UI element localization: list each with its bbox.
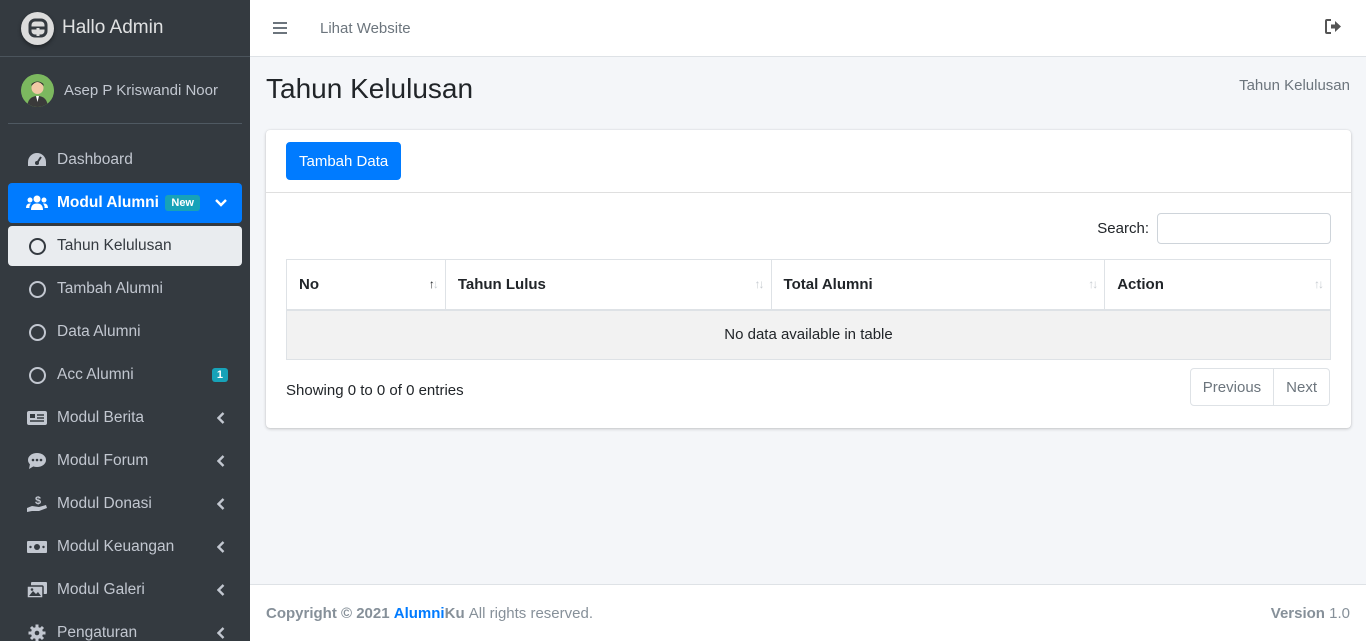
tachometer-icon [26,152,48,168]
hamburger-menu-icon[interactable] [250,0,310,57]
top-navbar: Lihat Website [250,0,1366,57]
brand-title: Hallo Admin [62,17,164,38]
sidebar-item-dashboard[interactable]: Dashboard [8,140,242,180]
data-card: Tambah Data Search: No ↑↓ Tahun Lulus ↑↓… [266,130,1351,428]
sidebar-item-modul-donasi[interactable]: $ Modul Donasi [8,484,242,524]
sidebar-nav: Dashboard Modul Alumni New Tahun Kelulus… [0,124,250,641]
sidebar-item-label: Modul Donasi [57,495,152,512]
column-label: Total Alumni [783,275,873,293]
column-header-total-alumni[interactable]: Total Alumni ↑↓ [770,259,1106,311]
sidebar-item-modul-galeri[interactable]: Modul Galeri [8,570,242,610]
sidebar-item-label: Tahun Kelulusan [57,237,172,254]
add-data-button[interactable]: Tambah Data [286,142,402,180]
app-logo-icon [21,11,54,45]
logout-icon[interactable] [1325,19,1342,38]
breadcrumb: Tahun Kelulusan [1239,77,1350,94]
circle-icon [26,237,48,255]
sort-icon: ↑↓ [1088,277,1098,291]
count-badge: 1 [211,368,228,382]
sidebar-item-label: Modul Forum [57,452,149,469]
circle-icon [26,280,48,298]
next-button[interactable]: Next [1273,369,1329,405]
column-label: Tahun Lulus [457,275,546,293]
new-badge: New [165,195,200,211]
sidebar-item-label: Acc Alumni [57,366,134,383]
footer-brand-link[interactable]: AlumniKu [394,605,465,622]
copyright-text: Copyright © 2021 [266,604,390,622]
sort-icon: ↑↓ [1314,277,1324,291]
empty-table-message: No data available in table [286,309,1331,360]
chevron-left-icon [214,498,228,510]
sidebar: Hallo Admin Asep P Kriswandi Noor Dashbo… [0,0,250,641]
circle-icon [26,323,48,341]
chevron-left-icon [214,627,228,639]
money-bill-icon [26,540,48,554]
sidebar-item-label: Dashboard [57,151,133,168]
view-website-link[interactable]: Lihat Website [320,20,411,37]
card-header: Tambah Data [266,130,1351,193]
svg-text:$: $ [35,495,41,507]
chevron-down-icon [214,199,228,207]
sidebar-item-tambah-alumni[interactable]: Tambah Alumni [8,269,242,309]
sidebar-item-modul-berita[interactable]: Modul Berita [8,398,242,438]
circle-icon [26,366,48,384]
content-header: Tahun Kelulusan Tahun Kelulusan [266,70,1350,110]
sidebar-item-tahun-kelulusan[interactable]: Tahun Kelulusan [8,226,242,266]
data-table: No ↑↓ Tahun Lulus ↑↓ Total Alumni ↑↓ Act… [286,259,1331,360]
page-title: Tahun Kelulusan [266,73,474,104]
sidebar-item-label: Modul Alumni [57,194,159,211]
column-header-tahun-lulus[interactable]: Tahun Lulus ↑↓ [444,259,772,311]
footer: Copyright © 2021 AlumniKu All rights res… [250,584,1366,641]
sidebar-item-modul-alumni[interactable]: Modul Alumni New [8,183,242,223]
table-row: No data available in table [286,309,1331,360]
search-label: Search: [1097,220,1149,237]
brand-link[interactable]: Hallo Admin [0,0,250,57]
table-info: Showing 0 to 0 of 0 entries [286,382,464,399]
column-label: No [299,275,319,293]
newspaper-icon [26,410,48,426]
chevron-left-icon [214,541,228,553]
footer-brand-part-b: Ku [444,604,465,622]
sidebar-item-label: Tambah Alumni [57,280,163,297]
chevron-left-icon [214,412,228,424]
sidebar-item-acc-alumni[interactable]: Acc Alumni 1 [8,355,242,395]
users-icon [26,195,48,211]
sort-icon: ↑↓ [754,277,765,291]
previous-button[interactable]: Previous [1191,369,1273,405]
footer-brand-part-a: Alumni [393,604,445,622]
search-input[interactable] [1157,213,1331,244]
version-label: Version [1270,604,1325,622]
comment-icon [26,452,48,470]
version-info: Version 1.0 [1271,605,1350,622]
user-panel[interactable]: Asep P Kriswandi Noor [8,57,242,124]
sidebar-item-label: Modul Galeri [57,581,145,598]
chevron-left-icon [214,584,228,596]
sidebar-item-pengaturan[interactable]: Pengaturan [8,613,242,641]
cog-icon [26,624,48,641]
sidebar-item-data-alumni[interactable]: Data Alumni [8,312,242,352]
version-number: 1.0 [1329,604,1350,622]
chevron-left-icon [214,455,228,467]
sidebar-item-modul-forum[interactable]: Modul Forum [8,441,242,481]
sort-asc-icon: ↑↓ [428,277,439,291]
column-header-no[interactable]: No ↑↓ [286,259,446,311]
pagination: Previous Next [1189,368,1330,406]
sidebar-item-label: Pengaturan [57,624,138,641]
images-icon [26,581,48,599]
sidebar-item-label: Data Alumni [57,323,141,340]
column-label: Action [1117,275,1164,293]
column-header-action[interactable]: Action ↑↓ [1104,259,1331,311]
sidebar-item-label: Modul Berita [57,409,145,426]
hand-dollar-icon: $ [26,495,48,513]
user-name: Asep P Kriswandi Noor [64,81,218,99]
rights-text: All rights reserved. [468,604,593,622]
sidebar-item-label: Modul Keuangan [57,538,175,555]
sidebar-item-modul-keuangan[interactable]: Modul Keuangan [8,527,242,567]
table-search: Search: [1097,213,1331,244]
table-header-row: No ↑↓ Tahun Lulus ↑↓ Total Alumni ↑↓ Act… [286,259,1331,311]
avatar [21,73,54,107]
